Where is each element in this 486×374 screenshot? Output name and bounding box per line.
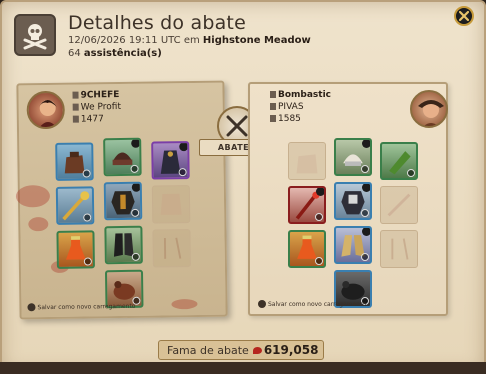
killer-save-loadout-label: Salvar como novo carregamento [37,302,136,312]
equipment-slot-food-empty[interactable] [152,229,191,268]
equipment-slot-armor[interactable] [334,182,372,220]
kill-datetime-location: 12/06/2026 19:11 UTC em Highstone Meadow [68,35,311,46]
equipment-slot-bag-empty[interactable] [288,142,326,180]
equipment-slot-shoes[interactable] [334,226,372,264]
kill-datetime: 12/06/2026 19:11 UTC em [68,35,200,46]
blood-splatter [15,185,51,208]
skull-crossbones-icon [14,14,56,56]
equipment-slot-shoes[interactable] [104,225,143,265]
equipment-slot-cape[interactable] [151,141,190,180]
victim-name-text: Bombastic [278,90,332,100]
blood-splatter [28,217,49,232]
victim-name: Bombastic [270,90,331,100]
assists-count: 64 [68,48,81,59]
killer-save-loadout-button[interactable]: Salvar como novo carregamento [27,302,136,312]
victim-item-power: 1585 [270,114,301,124]
victim-save-loadout-button[interactable]: Salvar como novo carregamento [258,300,366,308]
equipment-slot-bag[interactable] [55,142,94,181]
killer-guild-text: We Profit [80,102,122,113]
kill-location: Highstone Meadow [202,35,311,46]
killer-guild: We Profit [72,102,122,113]
killer-name: 9CHEFE [72,90,119,101]
victim-item-power-text: 1585 [278,114,301,124]
equipment-slot-potion[interactable] [56,230,95,269]
killer-card: 9CHEFE We Profit 1477 Salvar como novo c… [15,80,228,320]
victim-guild-text: PIVAS [278,102,304,112]
bottom-bar [0,362,486,374]
kill-fame: Fama de abate 619,058 [158,340,324,360]
killer-avatar [26,90,66,130]
equipment-slot-weapon[interactable] [55,186,95,225]
victim-save-loadout-label: Salvar como novo carregamento [268,301,366,308]
close-icon [458,10,470,22]
assists-line: 64 assistência(s) [68,48,162,59]
kill-fame-label: Fama de abate [167,344,249,357]
equipment-slot-offhand-empty[interactable] [151,185,191,224]
kill-fame-value: 619,058 [263,343,319,357]
kill-details-panel: Detalhes do abate 12/06/2026 19:11 UTC e… [0,0,486,374]
equipment-slot-potion[interactable] [288,230,326,268]
killer-name-text: 9CHEFE [80,90,120,101]
close-button[interactable] [454,6,474,26]
assists-label: assistência(s) [83,48,162,59]
equipment-slot-armor[interactable] [103,181,143,221]
blood-drop-icon [252,347,262,354]
equipment-slot-head[interactable] [334,138,372,176]
victim-guild: PIVAS [270,102,304,112]
equipment-slot-weapon[interactable] [288,186,326,224]
equipment-slot-food-empty[interactable] [380,230,418,268]
victim-avatar [410,90,448,128]
page-title: Detalhes do abate [68,12,246,34]
equipment-slot-offhand-empty[interactable] [380,186,418,224]
killer-item-power: 1477 [72,114,104,125]
equipment-slot-cape[interactable] [380,142,418,180]
killer-item-power-text: 1477 [80,114,104,125]
blood-splatter [171,298,198,310]
equipment-slot-head[interactable] [103,137,142,177]
victim-card: Bombastic PIVAS 1585 Salvar como novo ca… [248,82,448,316]
